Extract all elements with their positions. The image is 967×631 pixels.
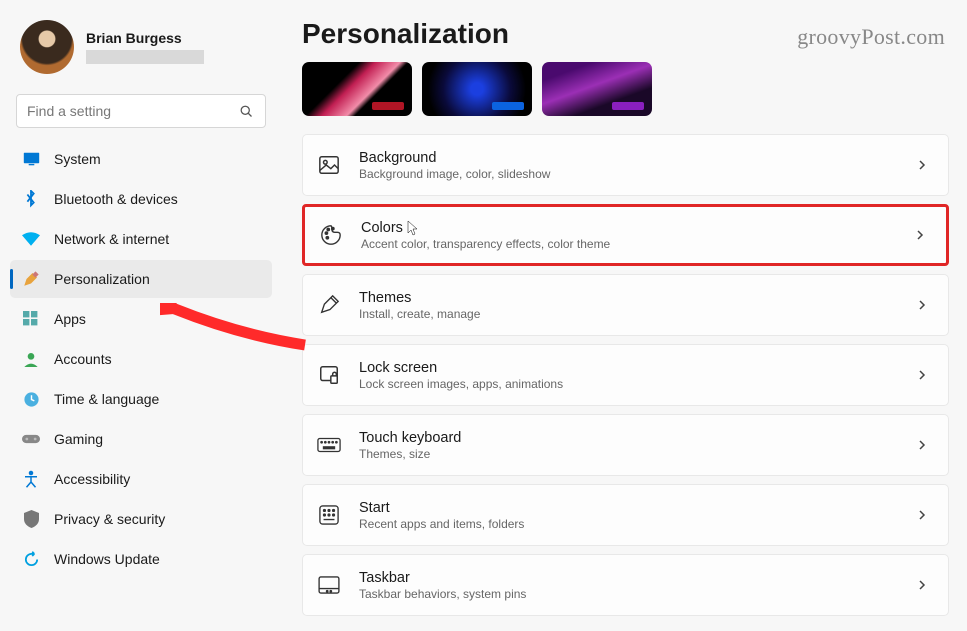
nav-label: Windows Update <box>54 551 160 567</box>
watermark-text: groovyPost.com <box>797 24 945 50</box>
avatar <box>20 20 74 74</box>
nav-list: System Bluetooth & devices Network & int… <box>10 140 272 580</box>
setting-title: Start <box>359 500 916 516</box>
system-icon <box>22 150 40 168</box>
nav-label: Bluetooth & devices <box>54 191 178 207</box>
chevron-right-icon <box>914 228 928 242</box>
search-input[interactable] <box>27 103 237 119</box>
theme-swatch <box>372 102 404 110</box>
cursor-pointer-icon <box>407 220 419 236</box>
setting-row-themes[interactable]: Themes Install, create, manage <box>302 274 949 336</box>
sidebar-item-apps[interactable]: Apps <box>10 300 272 338</box>
nav-label: Personalization <box>54 271 150 287</box>
main-content: groovyPost.com Personalization Backgroun… <box>280 0 967 631</box>
start-icon <box>317 503 341 527</box>
setting-title: Themes <box>359 290 916 306</box>
theme-swatch <box>492 102 524 110</box>
setting-subtitle: Background image, color, slideshow <box>359 167 916 181</box>
setting-row-colors[interactable]: Colors Accent color, transparency effect… <box>302 204 949 266</box>
accounts-icon <box>22 350 40 368</box>
lock-icon <box>317 363 341 387</box>
setting-row-lockscreen[interactable]: Lock screen Lock screen images, apps, an… <box>302 344 949 406</box>
setting-title: Touch keyboard <box>359 430 916 446</box>
profile-text: Brian Burgess <box>86 30 204 64</box>
sidebar-item-time[interactable]: Time & language <box>10 380 272 418</box>
nav-label: Accessibility <box>54 471 130 487</box>
theme-swatch <box>612 102 644 110</box>
nav-label: Privacy & security <box>54 511 165 527</box>
chevron-right-icon <box>916 368 930 382</box>
network-icon <box>22 230 40 248</box>
nav-label: Gaming <box>54 431 103 447</box>
nav-label: Time & language <box>54 391 159 407</box>
sidebar: Brian Burgess System Bluetooth & devices… <box>0 0 280 631</box>
setting-subtitle: Taskbar behaviors, system pins <box>359 587 916 601</box>
sidebar-item-gaming[interactable]: Gaming <box>10 420 272 458</box>
theme-preview-strip <box>302 62 949 116</box>
search-box[interactable] <box>16 94 266 128</box>
setting-subtitle: Lock screen images, apps, animations <box>359 377 916 391</box>
setting-title: Taskbar <box>359 570 916 586</box>
search-icon <box>237 102 255 120</box>
sidebar-item-privacy[interactable]: Privacy & security <box>10 500 272 538</box>
privacy-icon <box>22 510 40 528</box>
taskbar-icon <box>317 573 341 597</box>
personalization-icon <box>22 270 40 288</box>
setting-row-start[interactable]: Start Recent apps and items, folders <box>302 484 949 546</box>
chevron-right-icon <box>916 158 930 172</box>
setting-row-background[interactable]: Background Background image, color, slid… <box>302 134 949 196</box>
settings-list: Background Background image, color, slid… <box>302 134 949 616</box>
apps-icon <box>22 310 40 328</box>
chevron-right-icon <box>916 298 930 312</box>
themes-icon <box>317 293 341 317</box>
sidebar-item-accounts[interactable]: Accounts <box>10 340 272 378</box>
theme-thumbnail[interactable] <box>422 62 532 116</box>
nav-label: Accounts <box>54 351 112 367</box>
bluetooth-icon <box>22 190 40 208</box>
setting-subtitle: Recent apps and items, folders <box>359 517 916 531</box>
nav-label: System <box>54 151 101 167</box>
setting-subtitle: Accent color, transparency effects, colo… <box>361 237 914 251</box>
setting-title: Colors <box>361 220 914 236</box>
sidebar-item-update[interactable]: Windows Update <box>10 540 272 578</box>
profile-name: Brian Burgess <box>86 30 204 46</box>
keyboard-icon <box>317 433 341 457</box>
update-icon <box>22 550 40 568</box>
profile-block[interactable]: Brian Burgess <box>10 12 272 88</box>
time-icon <box>22 390 40 408</box>
chevron-right-icon <box>916 508 930 522</box>
sidebar-item-accessibility[interactable]: Accessibility <box>10 460 272 498</box>
nav-label: Network & internet <box>54 231 169 247</box>
setting-subtitle: Themes, size <box>359 447 916 461</box>
accessibility-icon <box>22 470 40 488</box>
chevron-right-icon <box>916 578 930 592</box>
background-icon <box>317 153 341 177</box>
sidebar-item-personalization[interactable]: Personalization <box>10 260 272 298</box>
sidebar-item-bluetooth[interactable]: Bluetooth & devices <box>10 180 272 218</box>
setting-row-touchkeyboard[interactable]: Touch keyboard Themes, size <box>302 414 949 476</box>
setting-row-taskbar[interactable]: Taskbar Taskbar behaviors, system pins <box>302 554 949 616</box>
profile-subtext-redacted <box>86 50 204 64</box>
colors-icon <box>319 223 343 247</box>
sidebar-item-system[interactable]: System <box>10 140 272 178</box>
gaming-icon <box>22 430 40 448</box>
nav-label: Apps <box>54 311 86 327</box>
sidebar-item-network[interactable]: Network & internet <box>10 220 272 258</box>
chevron-right-icon <box>916 438 930 452</box>
setting-subtitle: Install, create, manage <box>359 307 916 321</box>
setting-title: Background <box>359 150 916 166</box>
setting-title: Lock screen <box>359 360 916 376</box>
theme-thumbnail[interactable] <box>302 62 412 116</box>
theme-thumbnail[interactable] <box>542 62 652 116</box>
